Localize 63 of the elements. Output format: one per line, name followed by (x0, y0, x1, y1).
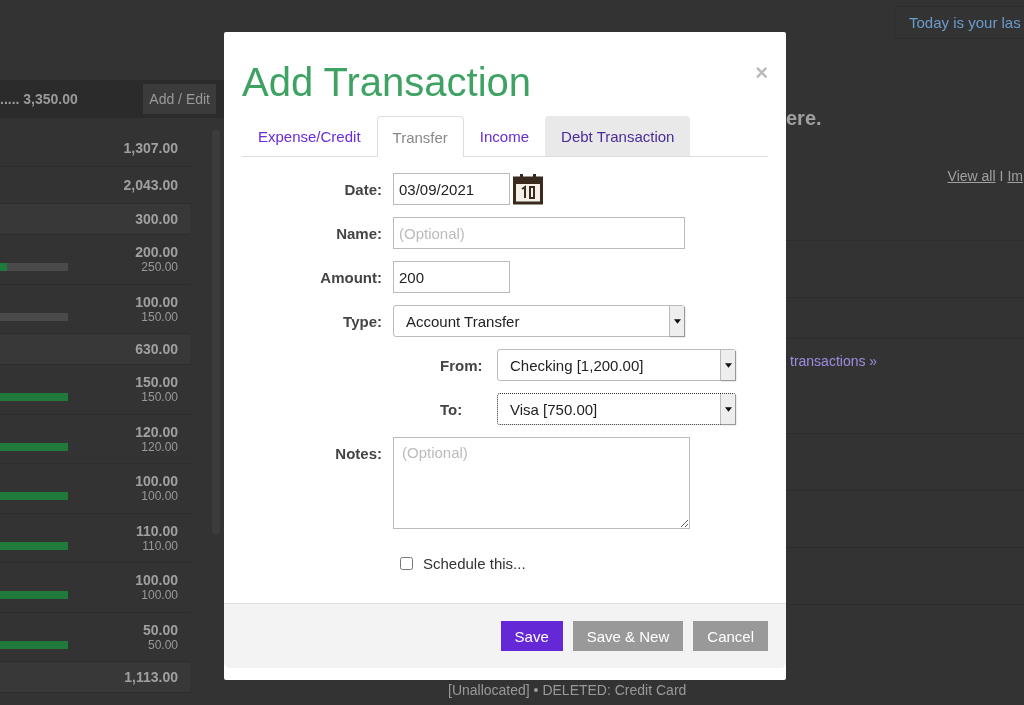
field-label: Date: (343, 180, 382, 198)
budget-text: 110.00 (142, 538, 178, 553)
field-label: Notes: (334, 444, 382, 462)
tab[interactable]: Debt Transaction (545, 116, 691, 156)
amount-text: 100.00 (135, 473, 178, 490)
tab[interactable]: Income (463, 116, 546, 156)
budget-text: 100.00 (141, 588, 178, 603)
caret-icon (673, 318, 681, 324)
checkbox-label: Schedule this... (423, 555, 526, 572)
calendar-icon[interactable] (513, 173, 543, 205)
progress-bar (0, 591, 68, 600)
view-all-link[interactable]: View all (947, 168, 996, 184)
date-field[interactable]: 03/09/2021 (393, 173, 510, 205)
amount-field[interactable]: 200 (393, 261, 510, 293)
progress-bar (0, 263, 68, 272)
budget-text: 150.00 (141, 309, 178, 324)
budget-text: 150.00 (141, 390, 178, 405)
amount-text: 100.00 (135, 293, 178, 310)
field-label: Name: (335, 224, 382, 242)
budget-text: 100.00 (141, 489, 178, 504)
schedule-checkbox[interactable] (400, 557, 413, 570)
amount-text: 120.00 (135, 423, 178, 440)
budget-total: ..... 3,350.00 (0, 91, 78, 107)
field-label: Type: (342, 312, 382, 330)
name-field[interactable]: (Optional) (393, 217, 685, 249)
to-select[interactable]: Visa [750.00] (497, 393, 736, 425)
caret-icon (724, 362, 732, 368)
import-link[interactable]: Im (1007, 168, 1023, 184)
amount-text: 630.00 (135, 341, 178, 357)
amount-text: 1,307.00 (123, 140, 178, 156)
amount-text: 110.00 (135, 522, 178, 539)
budget-text: 250.00 (141, 260, 178, 275)
notice-banner: Today is your las (894, 6, 1024, 39)
amount-text: 2,043.00 (123, 177, 178, 193)
separator-text: I (999, 168, 1004, 184)
progress-bar (0, 492, 68, 501)
field-label: Amount: (319, 268, 382, 286)
amount-text: 1,113.00 (124, 669, 178, 685)
add-edit-button[interactable]: Add / Edit (143, 84, 216, 114)
notes-field[interactable]: (Optional) (393, 437, 690, 529)
transactions-link[interactable]: transactions » (790, 353, 1024, 369)
amount-text: 150.00 (135, 374, 178, 391)
amount-text: 50.00 (142, 621, 178, 638)
budget-text: 120.00 (141, 439, 178, 454)
progress-bar (0, 393, 68, 402)
progress-bar (0, 640, 68, 649)
budget-text: 50.00 (147, 637, 178, 652)
amount-text: 300.00 (135, 211, 178, 227)
page-heading: ere. (786, 107, 823, 130)
from-select[interactable]: Checking [1,200.00] (497, 349, 736, 381)
dialog-title: Add Transaction (242, 59, 532, 106)
type-select[interactable]: Account Transfer (393, 305, 685, 337)
tab[interactable]: Expense/Credit (242, 116, 377, 156)
tab[interactable]: Transfer (376, 116, 464, 157)
field-label: To: (440, 400, 464, 418)
caret-icon (724, 406, 732, 412)
dialog-button[interactable]: Save (500, 621, 563, 651)
field-label: From: (440, 356, 484, 374)
progress-bar (0, 442, 68, 451)
amount-text: 100.00 (135, 572, 178, 589)
progress-bar (0, 541, 68, 550)
amount-text: 200.00 (135, 244, 178, 261)
transaction-text: [Unallocated] • DELETED: Credit Card (448, 682, 687, 698)
